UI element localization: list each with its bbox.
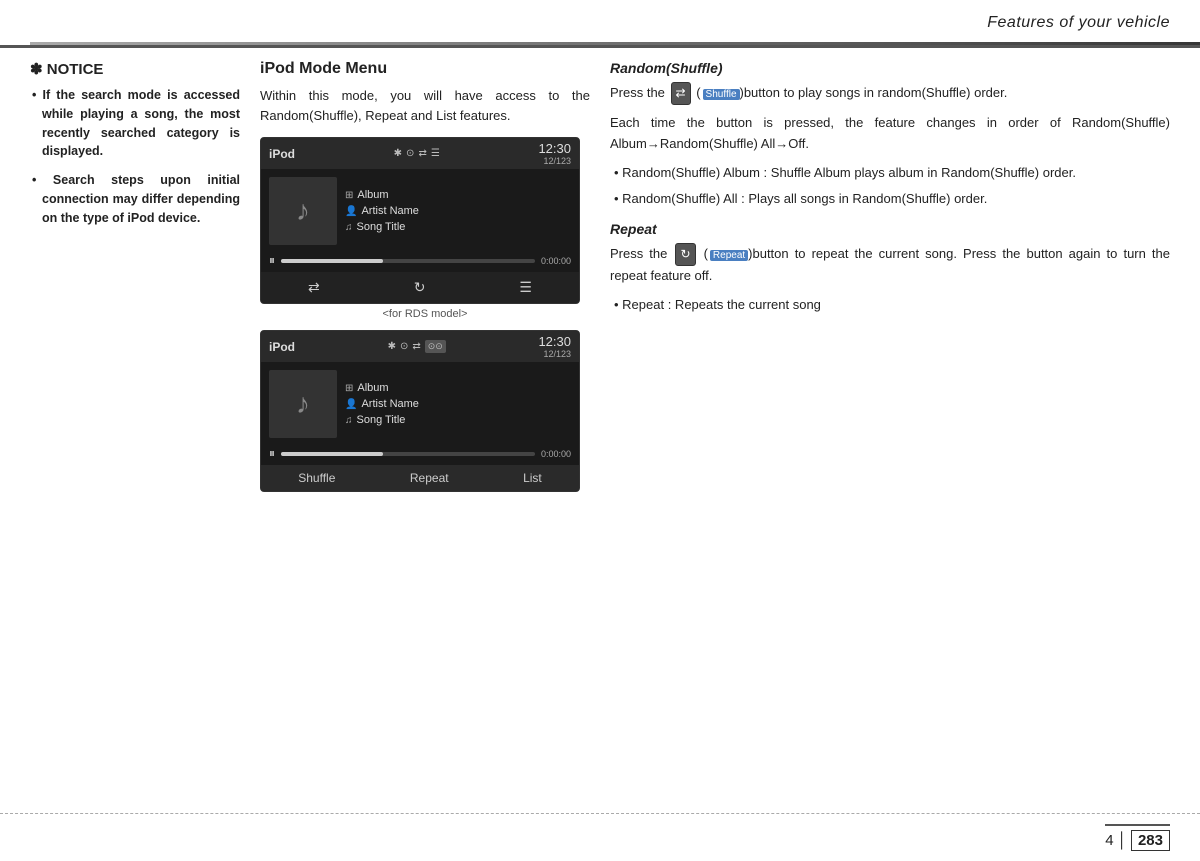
rds-label: <for RDS model> xyxy=(260,308,590,320)
list-ctrl-btn[interactable]: ☰ xyxy=(509,277,542,298)
random-shuffle-body: Each time the button is pressed, the fea… xyxy=(610,113,1170,155)
page-number: 283 xyxy=(1131,830,1170,851)
shuffle-button-icon[interactable]: ⇄ xyxy=(671,82,691,105)
repeat-ctrl-btn[interactable]: ↻ xyxy=(404,277,436,298)
artist-icon-2: 👤 xyxy=(345,399,357,410)
notice-title: ✽ NOTICE xyxy=(30,60,240,78)
ipod-label-1: iPod xyxy=(269,147,295,161)
header: Features of your vehicle xyxy=(0,0,1200,48)
random-shuffle-list: Random(Shuffle) Album : Shuffle Album pl… xyxy=(610,163,1170,209)
random-shuffle-item-1: Random(Shuffle) Album : Shuffle Album pl… xyxy=(610,163,1170,183)
list-bottom-btn[interactable]: List xyxy=(513,469,552,487)
ipod-label-2: iPod xyxy=(269,340,295,354)
ipod-progress-2: ⏸ 0:00:00 xyxy=(261,446,579,465)
ipod-song-row-1: ♫ Song Title xyxy=(345,221,419,233)
header-title: Features of your vehicle xyxy=(987,14,1170,32)
ipod-controls-1: ⇄ ↻ ☰ xyxy=(261,272,579,303)
random-shuffle-title: Random(Shuffle) xyxy=(610,60,1170,76)
ipod-main-2: ♪ ⊞ Album 👤 Artist Name ♫ Song Title xyxy=(261,362,579,446)
repeat-title: Repeat xyxy=(610,221,1170,237)
ipod-artist-row-2: 👤 Artist Name xyxy=(345,398,419,410)
ipod-section-title: iPod Mode Menu xyxy=(260,60,590,78)
ipod-main-1: ♪ ⊞ Album 👤 Artist Name ♫ Song Title xyxy=(261,169,579,253)
ipod-song-row-2: ♫ Song Title xyxy=(345,414,419,426)
repeat-list: Repeat : Repeats the current song xyxy=(610,295,1170,315)
ipod-artwork-2: ♪ xyxy=(269,370,337,438)
repeat-label: Repeat xyxy=(710,250,748,261)
notice-item-1: If the search mode is accessed while pla… xyxy=(30,86,240,161)
notice-item-2: Search steps upon initial connection may… xyxy=(30,171,240,227)
ipod-track-info-1: ⊞ Album 👤 Artist Name ♫ Song Title xyxy=(345,177,419,245)
page-section: 4 xyxy=(1105,832,1113,849)
ipod-section-intro: Within this mode, you will have access t… xyxy=(260,86,590,125)
pause-icon: ⏸ xyxy=(269,253,275,268)
progress-time-1: 0:00:00 xyxy=(541,256,571,266)
progress-fill-2 xyxy=(281,452,383,456)
footer: 4 │ 283 xyxy=(0,813,1200,861)
ipod-topbar-2: iPod ✱ ⊙ ⇄ ⊙⊙ 12:30 12/123 xyxy=(261,331,579,362)
ipod-artwork-1: ♪ xyxy=(269,177,337,245)
notice-list: If the search mode is accessed while pla… xyxy=(30,86,240,227)
ipod-album-row-1: ⊞ Album xyxy=(345,189,419,201)
music-note-icon: ♪ xyxy=(296,195,310,227)
notice-column: ✽ NOTICE If the search mode is accessed … xyxy=(30,60,260,801)
album-icon: ⊞ xyxy=(345,190,353,201)
ipod-artist-row-1: 👤 Artist Name xyxy=(345,205,419,217)
ipod-progress-1: ⏸ 0:00:00 xyxy=(261,253,579,272)
ipod-icons-1: ✱ ⊙ ⇄ ☰ xyxy=(394,148,440,159)
ipod-bottom-bar-2: Shuffle Repeat List xyxy=(261,465,579,491)
random-shuffle-intro: Press the ⇄ (Shuffle)button to play song… xyxy=(610,82,1170,105)
ipod-icons-2: ✱ ⊙ ⇄ ⊙⊙ xyxy=(388,340,446,353)
song-icon: ♫ xyxy=(345,222,353,233)
repeat-intro: Press the ↻ (Repeat)button to repeat the… xyxy=(610,243,1170,287)
ipod-topbar-1: iPod ✱ ⊙ ⇄ ☰ 12:30 12/123 xyxy=(261,138,579,169)
shuffle-label: Shuffle xyxy=(703,89,740,100)
repeat-bottom-btn[interactable]: Repeat xyxy=(400,469,459,487)
page-info: 4 │ 283 xyxy=(1105,824,1170,851)
progress-fill-1 xyxy=(281,259,383,263)
ipod-time-2: 12:30 12/123 xyxy=(538,334,571,359)
ipod-album-row-2: ⊞ Album xyxy=(345,382,419,394)
repeat-button-icon[interactable]: ↻ xyxy=(675,243,695,266)
ipod-time-1: 12:30 12/123 xyxy=(538,141,571,166)
main-content: ✽ NOTICE If the search mode is accessed … xyxy=(30,60,1170,801)
ipod-track-info-2: ⊞ Album 👤 Artist Name ♫ Song Title xyxy=(345,370,419,438)
shuffle-ctrl-btn[interactable]: ⇄ xyxy=(298,277,330,298)
artist-icon: 👤 xyxy=(345,206,357,217)
ipod-mode-column: iPod Mode Menu Within this mode, you wil… xyxy=(260,60,610,801)
song-icon-2: ♫ xyxy=(345,415,353,426)
ipod-screen-1: iPod ✱ ⊙ ⇄ ☰ 12:30 12/123 ♪ ⊞ xyxy=(260,137,580,304)
music-note-icon-2: ♪ xyxy=(296,388,310,420)
progress-bar-2 xyxy=(281,452,535,456)
progress-time-2: 0:00:00 xyxy=(541,449,571,459)
album-icon-2: ⊞ xyxy=(345,383,353,394)
shuffle-bottom-btn[interactable]: Shuffle xyxy=(288,469,345,487)
right-column: Random(Shuffle) Press the ⇄ (Shuffle)but… xyxy=(610,60,1170,801)
pause-icon-2: ⏸ xyxy=(269,446,275,461)
progress-bar-1 xyxy=(281,259,535,263)
ipod-screen-2: iPod ✱ ⊙ ⇄ ⊙⊙ 12:30 12/123 ♪ ⊞ xyxy=(260,330,580,492)
random-shuffle-item-2: Random(Shuffle) All : Plays all songs in… xyxy=(610,189,1170,209)
repeat-item-1: Repeat : Repeats the current song xyxy=(610,295,1170,315)
